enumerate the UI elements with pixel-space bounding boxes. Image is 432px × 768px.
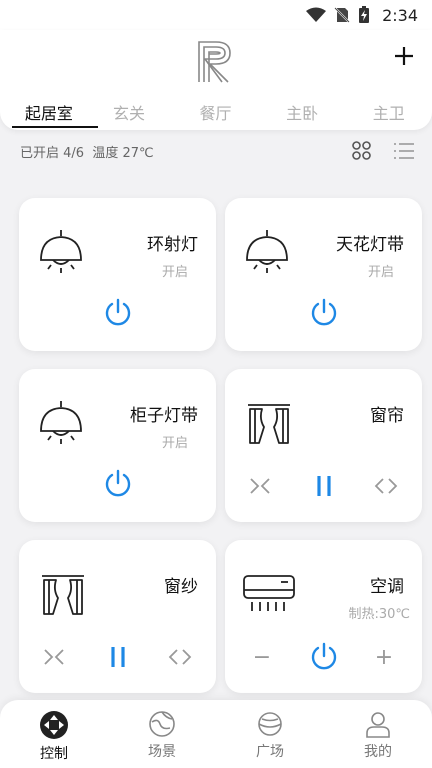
grid-view-icon[interactable] xyxy=(351,141,373,161)
control-icon xyxy=(40,711,68,739)
header: 起居室 玄关 餐厅 主卧 主卫 xyxy=(0,30,432,130)
curtain-close-button[interactable] xyxy=(245,471,275,501)
device-status: 开启 xyxy=(367,265,394,280)
device-status: 开启 xyxy=(161,265,188,280)
room-summary: 已开启 4/6 温度 27℃ xyxy=(20,146,154,161)
device-status: 开启 xyxy=(161,436,188,451)
status-bar: 2:34 xyxy=(0,0,432,30)
nav-plaza[interactable]: 广场 xyxy=(216,700,324,768)
scene-icon xyxy=(149,711,175,737)
device-card-air-conditioner[interactable]: 空调 制热:30℃ − + xyxy=(225,540,422,693)
curtain-pause-button[interactable] xyxy=(309,471,339,501)
pendant-lamp-icon xyxy=(40,230,82,273)
temperature-increase-button[interactable]: + xyxy=(369,642,399,672)
device-card-sheer-curtain[interactable]: 窗纱 xyxy=(19,540,216,693)
temperature-decrease-button[interactable]: − xyxy=(247,642,277,672)
sheer-curtain-pause-button[interactable] xyxy=(103,642,133,672)
plus-icon xyxy=(395,47,413,65)
air-conditioner-icon xyxy=(243,575,295,611)
nav-label: 广场 xyxy=(256,744,284,760)
device-card-ring-light[interactable]: 环射灯 开启 xyxy=(19,198,216,351)
pause-icon xyxy=(317,476,331,496)
ac-controls: − + xyxy=(225,642,422,672)
add-button[interactable] xyxy=(390,42,418,70)
ac-power-button[interactable] xyxy=(309,642,339,672)
device-card-ceiling-light-strip[interactable]: 天花灯带 开启 xyxy=(225,198,422,351)
device-name: 柜子灯带 xyxy=(130,406,198,426)
room-tabs: 起居室 玄关 餐厅 主卧 主卫 xyxy=(0,96,432,130)
user-icon xyxy=(366,712,390,738)
nav-label: 场景 xyxy=(148,744,176,760)
curtain-icon xyxy=(248,404,290,444)
tab-master-bedroom[interactable]: 主卧 xyxy=(259,96,346,130)
device-card-cabinet-light-strip[interactable]: 柜子灯带 开启 xyxy=(19,369,216,522)
curtain-icon xyxy=(42,575,84,615)
device-name: 环射灯 xyxy=(147,235,198,255)
planet-icon xyxy=(258,712,282,736)
power-icon[interactable] xyxy=(103,469,133,499)
nav-control[interactable]: 控制 xyxy=(0,700,108,768)
tab-living-room[interactable]: 起居室 xyxy=(12,96,98,130)
pendant-lamp-icon xyxy=(246,230,288,273)
close-curtain-icon xyxy=(250,478,270,494)
nav-label: 我的 xyxy=(364,744,392,760)
nav-profile[interactable]: 我的 xyxy=(324,700,432,768)
device-name: 天花灯带 xyxy=(336,235,404,255)
logo-icon xyxy=(198,41,231,83)
sheer-curtain-open-button[interactable] xyxy=(165,642,195,672)
pendant-lamp-icon xyxy=(40,401,82,444)
tab-entrance[interactable]: 玄关 xyxy=(86,96,173,130)
device-status: 制热:30℃ xyxy=(348,607,410,622)
tab-dining-room[interactable]: 餐厅 xyxy=(172,96,259,130)
device-name: 窗帘 xyxy=(370,406,404,426)
close-curtain-icon xyxy=(44,649,64,665)
list-view-icon[interactable] xyxy=(393,141,415,161)
device-name: 窗纱 xyxy=(164,577,198,597)
tab-master-bathroom[interactable]: 主卫 xyxy=(345,96,432,130)
open-curtain-icon xyxy=(374,478,398,494)
nav-scene[interactable]: 场景 xyxy=(108,700,216,768)
bottom-nav: 控制 场景 广场 我的 xyxy=(0,700,432,768)
battery-charging-icon xyxy=(359,6,370,23)
no-sim-icon xyxy=(334,7,350,23)
curtain-open-button[interactable] xyxy=(371,471,401,501)
pause-icon xyxy=(111,647,125,667)
wifi-icon xyxy=(306,7,327,22)
power-icon[interactable] xyxy=(103,298,133,328)
status-time: 2:34 xyxy=(382,5,418,25)
device-card-curtain[interactable]: 窗帘 xyxy=(225,369,422,522)
curtain-controls xyxy=(225,471,422,501)
power-icon xyxy=(311,642,337,670)
sheer-curtain-close-button[interactable] xyxy=(39,642,69,672)
open-curtain-icon xyxy=(168,649,192,665)
power-icon[interactable] xyxy=(309,298,339,328)
sheer-curtain-controls xyxy=(19,642,216,672)
device-name: 空调 xyxy=(370,577,404,597)
nav-label: 控制 xyxy=(40,746,68,762)
